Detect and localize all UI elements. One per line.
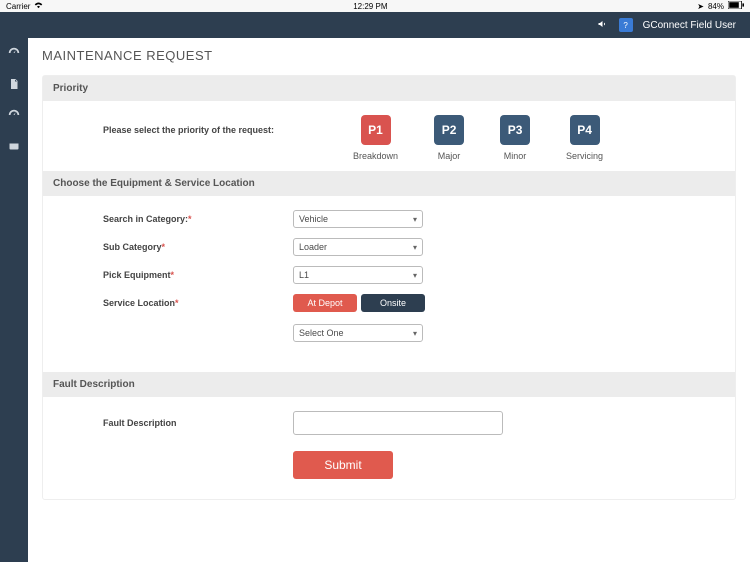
priority-p2-box: P2 [434,115,464,145]
select-one-dropdown[interactable]: Select One ▾ [293,324,423,342]
priority-p4[interactable]: P4 Servicing [566,115,603,161]
battery-pct: 84% [708,2,724,11]
status-time: 12:29 PM [353,2,387,11]
pick-equipment-value: L1 [299,270,309,280]
carrier-label: Carrier [6,2,30,11]
priority-p4-box: P4 [570,115,600,145]
fault-description-input[interactable] [293,411,503,435]
calendar-icon[interactable] [8,139,20,154]
user-avatar[interactable]: ? [619,18,633,32]
priority-prompt: Please select the priority of the reques… [103,115,353,135]
fault-label: Fault Description [103,418,293,428]
dashboard-icon[interactable] [7,46,21,63]
service-location-toggle: At Depot Onsite [293,294,425,312]
main-content: MAINTENANCE REQUEST Priority Please sele… [28,38,750,562]
select-one-value: Select One [299,328,344,338]
location-icon: ➤ [697,2,704,11]
form-card: Priority Please select the priority of t… [42,75,736,500]
chevron-down-icon: ▾ [413,215,417,224]
chevron-down-icon: ▾ [413,329,417,338]
page-title: MAINTENANCE REQUEST [42,48,736,63]
subcategory-label: Sub Category* [103,242,293,252]
pick-equipment-label: Pick Equipment* [103,270,293,280]
app-header: ? GConnect Field User [0,12,750,38]
submit-button[interactable]: Submit [293,451,393,479]
chevron-down-icon: ▾ [413,243,417,252]
at-depot-button[interactable]: At Depot [293,294,357,312]
status-bar: Carrier 12:29 PM ➤ 84% [0,0,750,12]
priority-p2[interactable]: P2 Major [434,115,464,161]
subcategory-value: Loader [299,242,327,252]
priority-section-head: Priority [43,76,735,101]
priority-p1[interactable]: P1 Breakdown [353,115,398,161]
wifi-icon [34,2,43,11]
service-location-label: Service Location* [103,298,293,308]
gauge-icon[interactable] [7,108,21,125]
priority-p4-label: Servicing [566,151,603,161]
chevron-down-icon: ▾ [413,271,417,280]
category-select[interactable]: Vehicle ▾ [293,210,423,228]
megaphone-icon[interactable] [597,18,609,33]
subcategory-select[interactable]: Loader ▾ [293,238,423,256]
priority-p3[interactable]: P3 Minor [500,115,530,161]
battery-icon [728,1,744,11]
priority-p1-box: P1 [361,115,391,145]
priority-p3-box: P3 [500,115,530,145]
equipment-section-head: Choose the Equipment & Service Location [43,171,735,196]
document-icon[interactable] [8,77,20,94]
priority-p1-label: Breakdown [353,151,398,161]
pick-equipment-select[interactable]: L1 ▾ [293,266,423,284]
fault-section-head: Fault Description [43,372,735,397]
priority-p3-label: Minor [500,151,530,161]
priority-p2-label: Major [434,151,464,161]
onsite-button[interactable]: Onsite [361,294,425,312]
priority-tiles: P1 Breakdown P2 Major P3 Minor P4 Servic… [353,115,603,161]
category-value: Vehicle [299,214,328,224]
sidebar [0,38,28,562]
user-name[interactable]: GConnect Field User [643,20,736,31]
category-label: Search in Category:* [103,214,293,224]
